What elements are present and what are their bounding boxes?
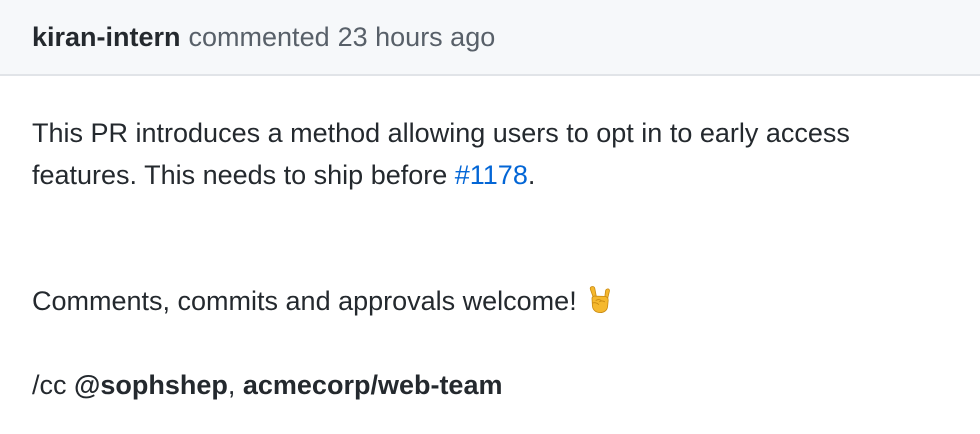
team-mention-link[interactable]: acmecorp/web-team [243, 370, 503, 400]
comment-body: This PR introduces a method allowing use… [0, 76, 980, 406]
comment-paragraph-cc: /cc @sophshep, acmecorp/web-team [32, 364, 948, 406]
comment-paragraph-intro: This PR introduces a method allowing use… [32, 112, 942, 196]
intro-text: This PR introduces a method allowing use… [32, 118, 850, 190]
comment-author-link[interactable]: kiran-intern [32, 23, 181, 51]
sign-of-the-horns-emoji-graphic [590, 286, 611, 314]
user-mention-link[interactable]: @sophshep [74, 370, 228, 400]
comment-paragraph-welcome: Comments, commits and approvals welcome! [32, 280, 948, 322]
issue-reference-link[interactable]: #1178 [455, 160, 528, 190]
comment-timestamp-link[interactable]: 23 hours ago [338, 23, 496, 51]
comment-header: kiran-intern commented 23 hours ago [0, 0, 980, 76]
intro-period: . [527, 160, 536, 190]
cc-prefix: /cc [32, 370, 75, 400]
comment-action-text: commented [188, 21, 330, 52]
mention-separator: , [227, 370, 243, 400]
sign-of-the-horns-emoji-icon [586, 284, 612, 314]
pr-comment: kiran-intern commented 23 hours ago This… [0, 0, 980, 434]
welcome-text: Comments, commits and approvals welcome! [32, 286, 585, 316]
